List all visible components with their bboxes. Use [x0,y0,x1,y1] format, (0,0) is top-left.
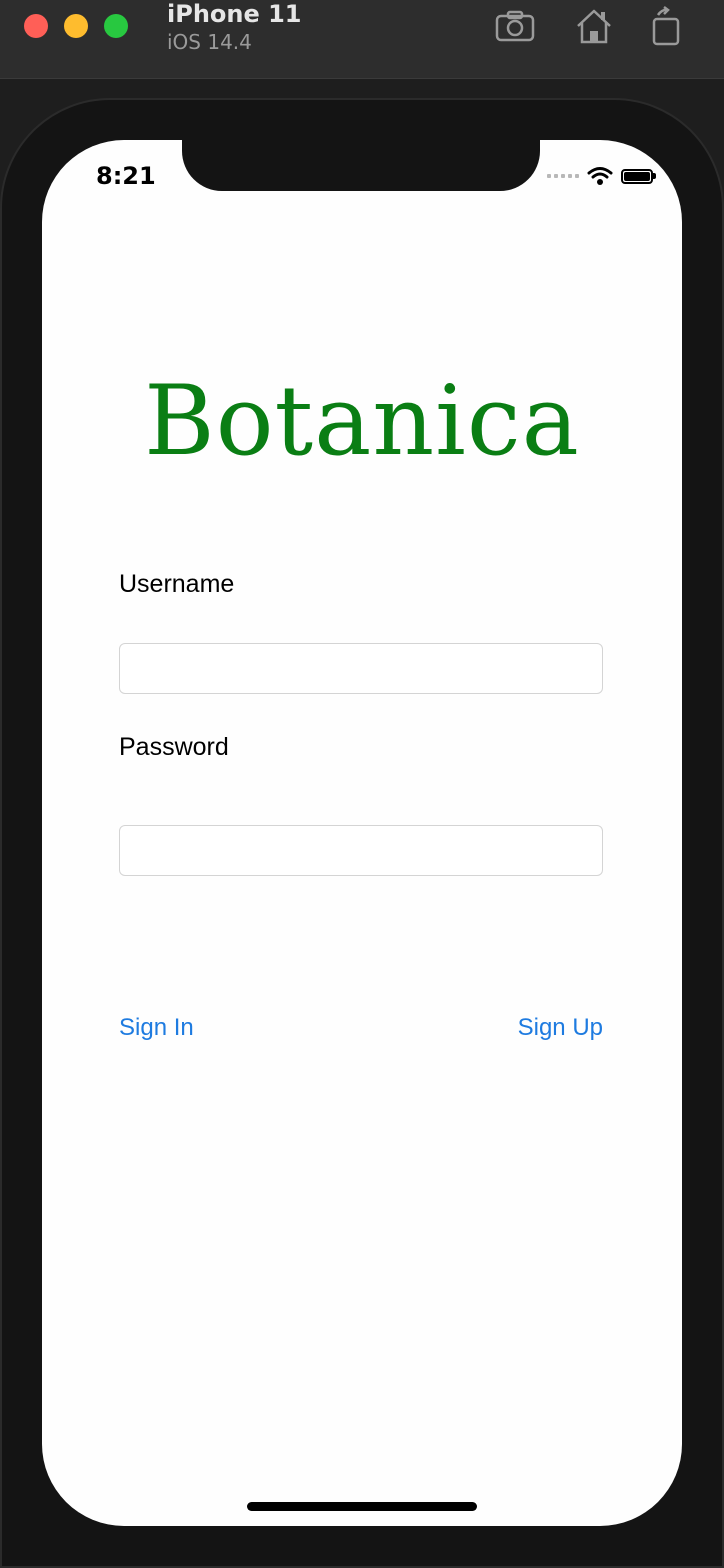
password-field[interactable] [119,825,603,876]
home-icon[interactable] [572,6,616,46]
sign-up-button[interactable]: Sign Up [518,1014,603,1042]
username-label: Username [119,570,235,598]
status-time: 8:21 [96,162,156,190]
home-indicator[interactable] [247,1502,477,1511]
simulator-toolbar: iPhone 11 iOS 14.4 [0,0,724,79]
sign-in-button[interactable]: Sign In [119,1014,194,1042]
status-icons [547,166,656,186]
window-zoom-button[interactable] [104,14,128,38]
username-field[interactable] [119,643,603,694]
rotate-icon[interactable] [644,6,688,46]
app-title: Botanica [144,365,580,477]
device-name: iPhone 11 [167,0,302,28]
device-notch [182,140,540,191]
wifi-icon [587,167,613,185]
cellular-signal-icon [547,174,579,178]
phone-screen: 8:21 Botanica Username Password Sign In … [42,140,682,1526]
password-label: Password [119,733,229,761]
window-close-button[interactable] [24,14,48,38]
os-version: iOS 14.4 [167,30,252,54]
window-minimize-button[interactable] [64,14,88,38]
screenshot-icon[interactable] [494,6,538,46]
battery-icon [621,168,656,184]
